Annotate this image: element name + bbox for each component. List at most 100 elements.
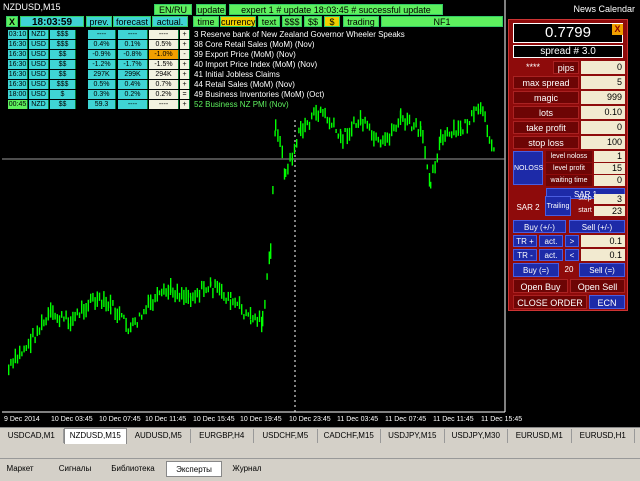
chart-tab[interactable]: EURUSD,H1 <box>572 429 635 443</box>
sell-equal-button[interactable]: Sell (=) <box>579 263 625 277</box>
param-value-max-spread[interactable]: 5 <box>581 76 625 89</box>
terminal-tab[interactable]: Эксперты <box>166 461 222 477</box>
candle <box>366 120 368 129</box>
start-value[interactable]: 23 <box>594 206 625 216</box>
filter-currency-button[interactable]: currency <box>220 16 256 27</box>
news-headline[interactable]: 44 Retail Sales (MoM) (Nov) <box>194 80 295 89</box>
noloss-param-value[interactable]: 15 <box>594 163 625 174</box>
news-headline[interactable]: 41 Initial Jobless Claims <box>194 70 280 79</box>
buy-equal-button[interactable]: Buy (=) <box>513 263 559 277</box>
open-buy-button[interactable]: Open Buy <box>513 279 568 293</box>
noloss-button[interactable]: NOLOSS <box>513 151 543 185</box>
close-news-button[interactable]: X <box>6 16 18 27</box>
chart-tab[interactable]: AUDUSD,M5 <box>127 429 191 443</box>
filter-text-button[interactable]: text <box>258 16 280 27</box>
chart-tab[interactable]: USDCAD,M1 <box>0 429 64 443</box>
candle <box>245 309 247 317</box>
param-value-magic[interactable]: 999 <box>581 91 625 104</box>
news-cur-cell: NZD <box>29 100 49 109</box>
filter-trading-button[interactable]: trading <box>343 16 379 27</box>
candle <box>397 118 399 128</box>
step-value[interactable]: 3 <box>594 194 625 204</box>
chart-tab[interactable]: EURGBP,H4 <box>191 429 254 443</box>
buy-modify-button[interactable]: Buy (+/-) <box>513 220 566 233</box>
chart-tab[interactable]: USDJPY,M15 <box>381 429 445 443</box>
close-order-button[interactable]: CLOSE ORDER <box>513 295 587 309</box>
chart-tab[interactable]: USDJPY,M30 <box>445 429 508 443</box>
candle <box>72 311 74 326</box>
update-button[interactable]: update <box>196 4 226 15</box>
tr-plus-value[interactable]: 0.1 <box>581 235 625 247</box>
terminal-tab[interactable]: Сигналы <box>50 461 100 477</box>
tr-plus-act-button[interactable]: act. <box>539 235 563 247</box>
news-sign-cell: + <box>180 100 190 109</box>
open-sell-button[interactable]: Open Sell <box>570 279 625 293</box>
candle <box>170 278 172 293</box>
candle <box>30 337 32 354</box>
terminal-tab[interactable]: Библиотека <box>104 461 162 477</box>
candle <box>468 121 471 126</box>
news-filter-nf1[interactable]: NF1 <box>381 16 503 27</box>
candle <box>61 311 63 318</box>
param-value-pips[interactable]: 0 <box>581 61 625 74</box>
candle <box>436 153 438 163</box>
candle <box>196 288 198 298</box>
news-headline[interactable]: 3 Reserve bank of New Zealand Governor W… <box>194 30 405 39</box>
news-headline[interactable]: 39 Export Price (MoM) (Nov) <box>194 50 296 59</box>
candle <box>127 328 129 335</box>
noloss-param-value[interactable]: 1 <box>594 151 625 162</box>
filter-high-impact-button[interactable]: $$$ <box>282 16 302 27</box>
candle <box>138 312 141 317</box>
chart-tab[interactable]: NZDUSD,M15 <box>63 428 127 444</box>
tr-minus-button[interactable]: TR - <box>513 249 537 261</box>
param-value-lots[interactable]: 0.10 <box>581 106 625 119</box>
candle <box>25 345 27 351</box>
news-sign-cell: + <box>180 80 190 89</box>
terminal-tab[interactable]: Журнал <box>226 461 268 477</box>
candle <box>107 301 109 312</box>
candle <box>424 146 426 159</box>
lang-button[interactable]: EN/RU <box>154 4 192 15</box>
news-headline[interactable]: 52 Business NZ PMI (Nov) <box>194 100 289 109</box>
chart-tab[interactable]: USDCHF,M5 <box>254 429 318 443</box>
news-fc-cell: ---- <box>118 30 148 39</box>
param-value-take-profit[interactable]: 0 <box>581 121 625 134</box>
candle <box>54 312 56 320</box>
filter-medium-impact-button[interactable]: $$ <box>304 16 322 27</box>
candle <box>258 310 261 322</box>
tr-minus-act-button[interactable]: act. <box>539 249 563 261</box>
chart-tab[interactable]: CADCHF,M15 <box>318 429 381 443</box>
param-label-max-spread: max spread <box>513 76 579 89</box>
news-imp-cell: $$$ <box>50 30 76 39</box>
news-headline[interactable]: 49 Business Inventories (MoM) (Oct) <box>194 90 324 99</box>
candle <box>311 112 313 120</box>
news-fc-cell: ---- <box>118 100 148 109</box>
filter-time-button[interactable]: time <box>193 16 219 27</box>
candle <box>112 300 114 306</box>
ecn-button[interactable]: ECN <box>589 295 625 309</box>
param-value-stop-loss[interactable]: 100 <box>581 136 625 149</box>
news-time-cell: 18:00 <box>8 90 28 99</box>
news-headline[interactable]: 38 Core Retail Sales (MoM) (Nov) <box>194 40 314 49</box>
chart-tab[interactable]: EURUSD,M1 <box>508 429 572 443</box>
tr-plus-button[interactable]: TR + <box>513 235 537 247</box>
news-prev-cell: 59.3 <box>88 100 116 109</box>
trailing-button[interactable]: Trailing <box>545 196 571 216</box>
noloss-param-value[interactable]: 0 <box>594 175 625 186</box>
candle <box>428 173 431 187</box>
sell-modify-button[interactable]: Sell (+/-) <box>569 220 625 233</box>
candle <box>34 336 36 344</box>
news-prev-cell: ---- <box>88 30 116 39</box>
news-cur-cell: USD <box>29 90 49 99</box>
equal-value[interactable]: 20 <box>561 263 577 277</box>
news-time-cell: 16:30 <box>8 50 28 59</box>
candle <box>101 299 103 309</box>
news-headline[interactable]: 40 Import Price Index (MoM) (Nov) <box>194 60 317 69</box>
terminal-tab[interactable]: Маркет <box>0 461 46 477</box>
close-panel-button[interactable]: X <box>612 24 623 35</box>
tr-minus-value[interactable]: 0.1 <box>581 249 625 261</box>
price-chart[interactable]: NZDUSD,M15 EN/RU update expert 1 # updat… <box>0 0 640 427</box>
candle <box>90 293 92 302</box>
candle <box>395 124 397 132</box>
filter-low-impact-button[interactable]: $ <box>324 16 340 27</box>
